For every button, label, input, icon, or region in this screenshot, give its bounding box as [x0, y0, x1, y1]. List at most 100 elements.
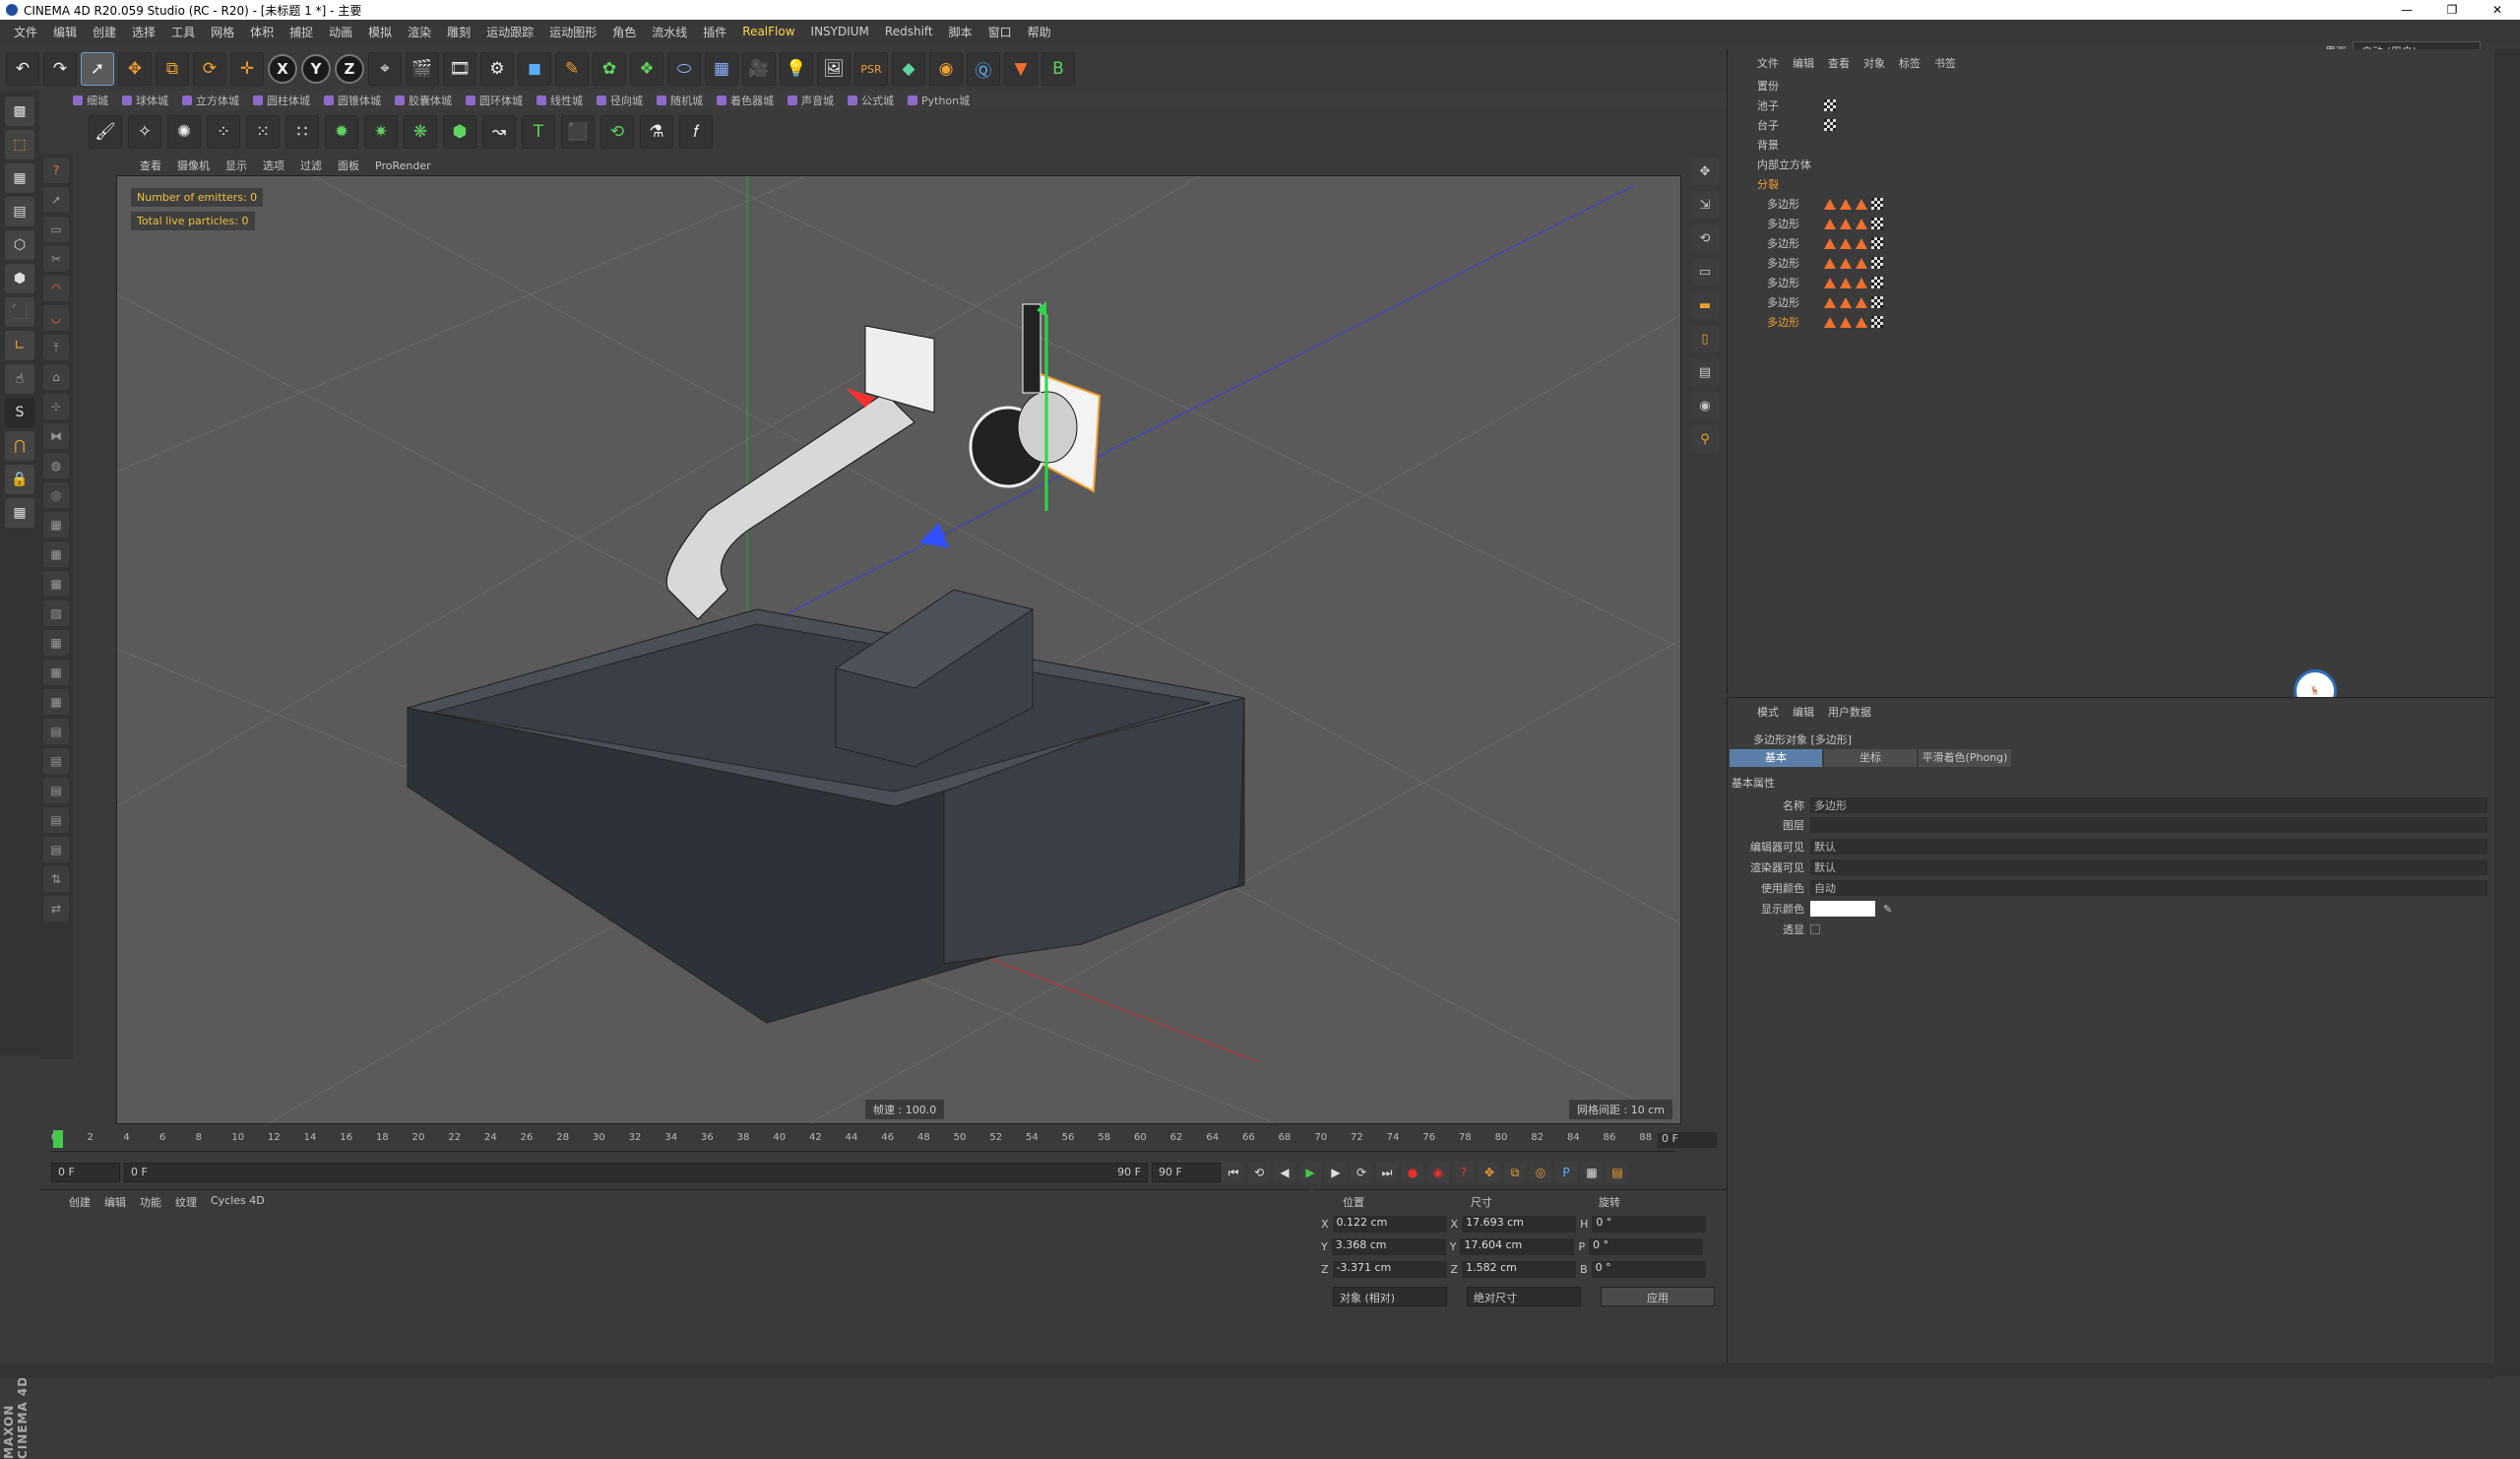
tab-coords[interactable]: 坐标 [1824, 749, 1917, 767]
menu-character[interactable]: 角色 [604, 24, 644, 40]
qr-icon[interactable]: Ⓠ [967, 52, 1000, 86]
model-mode-icon[interactable]: ⬚ [5, 130, 34, 159]
size-y-field[interactable]: 17.604 cm [1460, 1238, 1575, 1255]
size-x-field[interactable]: 17.693 cm [1462, 1216, 1577, 1233]
plugin-icon-1[interactable]: ◆ [892, 52, 925, 86]
viewport-menu-display[interactable]: 显示 [225, 158, 247, 173]
plugin-icon-2[interactable]: ◉ [929, 52, 963, 86]
menu-volume[interactable]: 体积 [242, 24, 282, 40]
field-item[interactable]: Python城 [908, 93, 970, 108]
render-visible-select[interactable]: 默认 [1810, 859, 2488, 875]
menu-script[interactable]: 脚本 [941, 24, 980, 40]
menu-simulate[interactable]: 模拟 [360, 24, 400, 40]
function-icon[interactable]: 𝑓 [679, 115, 713, 149]
move-icon[interactable]: ✥ [118, 52, 152, 86]
object-row[interactable]: 多边形 [1745, 234, 2484, 252]
field-item[interactable]: 声音城 [788, 93, 834, 108]
emitter-icon[interactable]: ⬢ [443, 115, 476, 149]
menu-mesh[interactable]: 网格 [203, 24, 242, 40]
layer-icon[interactable]: ▤ [43, 837, 69, 862]
obj-menu-edit[interactable]: 编辑 [1793, 55, 1814, 70]
scale-icon[interactable]: ⧉ [156, 52, 189, 86]
select-icon[interactable]: ➚ [81, 52, 114, 86]
grid-icon[interactable]: ▦ [43, 541, 69, 567]
floor-icon[interactable]: ▦ [705, 52, 738, 86]
move-view-icon[interactable]: ✥ [1691, 158, 1719, 185]
obj-menu-bookmarks[interactable]: 书签 [1934, 55, 1956, 70]
field-item[interactable]: 随机城 [657, 93, 703, 108]
emitter-icon[interactable]: ✹ [325, 115, 358, 149]
material-menu-edit[interactable]: 编辑 [104, 1194, 126, 1210]
object-row[interactable]: 池子 [1745, 96, 2484, 114]
tab-phong[interactable]: 平滑着色(Phong) [1919, 749, 2011, 767]
layer-icon[interactable]: ▤ [43, 719, 69, 744]
next-frame-icon[interactable]: ▶ [1325, 1162, 1347, 1183]
help-icon[interactable]: ? [43, 158, 69, 183]
use-color-select[interactable]: 自动 [1810, 880, 2488, 896]
grid-icon[interactable]: ▦ [43, 630, 69, 656]
text-icon[interactable]: T [522, 115, 555, 149]
rotate-view-icon[interactable]: ⟲ [1691, 224, 1719, 252]
render-settings-icon[interactable]: ⚙ [480, 52, 514, 86]
spline-icon[interactable]: ✧ [128, 115, 161, 149]
rotation-h-field[interactable]: 0 ° [1592, 1216, 1707, 1233]
tab-basic[interactable]: 基本 [1730, 749, 1822, 767]
split-view-icon[interactable]: ▭ [1691, 258, 1719, 285]
checker-icon[interactable]: ▩ [5, 96, 34, 126]
camera-icon[interactable]: 🎥 [742, 52, 776, 86]
menu-snap[interactable]: 捕捉 [282, 24, 321, 40]
field-item[interactable]: 立方体城 [182, 93, 239, 108]
flask-icon[interactable]: ⚗ [640, 115, 673, 149]
texture-mode-icon[interactable]: ▦ [5, 163, 34, 193]
workplane-icon[interactable]: ▤ [5, 197, 34, 226]
3d-viewport[interactable]: Number of emitters: 0 Total live particl… [116, 175, 1681, 1124]
cube-icon[interactable]: ◼ [518, 52, 551, 86]
menu-create[interactable]: 创建 [85, 24, 124, 40]
layer-field[interactable] [1810, 817, 2488, 833]
grid-settings-icon[interactable]: ▦ [5, 498, 34, 528]
points-mode-icon[interactable]: ⬡ [5, 230, 34, 260]
obj-menu-tags[interactable]: 标签 [1899, 55, 1921, 70]
smooth-icon[interactable]: ◎ [43, 482, 69, 508]
z-axis-icon[interactable]: Z [335, 54, 364, 84]
timeline-icon[interactable]: ▤ [1606, 1162, 1628, 1183]
y-axis-icon[interactable]: Y [301, 54, 331, 84]
material-menu-create[interactable]: 创建 [69, 1194, 91, 1210]
menu-realflow[interactable]: RealFlow [734, 25, 802, 38]
object-row-selected[interactable]: 多边形 [1745, 313, 2484, 331]
field-item[interactable]: 圆锥体城 [324, 93, 381, 108]
layout-icon[interactable]: ▤ [1691, 358, 1719, 386]
minimize-button[interactable]: — [2384, 0, 2429, 20]
light-icon[interactable]: 💡 [780, 52, 813, 86]
obj-menu-view[interactable]: 查看 [1828, 55, 1850, 70]
prev-key-icon[interactable]: ⟲ [1248, 1162, 1270, 1183]
menu-render[interactable]: 渲染 [400, 24, 439, 40]
grid-icon[interactable]: ▦ [43, 660, 69, 685]
attr-menu-mode[interactable]: 模式 [1757, 704, 1779, 720]
box-icon[interactable]: ⬛ [561, 115, 595, 149]
layer-icon[interactable]: ▤ [43, 778, 69, 803]
keyframe-help-icon[interactable]: ? [1453, 1162, 1475, 1183]
loop-icon[interactable]: ⟳ [1351, 1162, 1372, 1183]
timeline-ruler[interactable]: 0246810121416182022242628303234363840424… [51, 1132, 1688, 1152]
emitter-icon[interactable]: ✷ [364, 115, 398, 149]
field-item[interactable]: 着色器城 [717, 93, 774, 108]
go-end-icon[interactable]: ⏭ [1376, 1162, 1398, 1183]
arrows-icon[interactable]: ⇄ [43, 896, 69, 921]
rotation-p-field[interactable]: 0 ° [1589, 1238, 1704, 1255]
dots-icon[interactable]: ⁙ [246, 115, 280, 149]
menu-window[interactable]: 窗口 [980, 24, 1020, 40]
rect-select-icon[interactable]: ▭ [43, 217, 69, 242]
go-start-icon[interactable]: ⏮ [1223, 1162, 1244, 1183]
object-row[interactable]: 多边形 [1745, 274, 2484, 291]
axis-icon[interactable]: ∟ [5, 331, 34, 360]
path-icon[interactable]: ↝ [482, 115, 516, 149]
size-z-field[interactable]: 1.582 cm [1462, 1261, 1577, 1278]
eyedropper-icon[interactable]: ✎ [1883, 903, 1892, 916]
object-row[interactable]: 内部立方体 [1745, 156, 2484, 173]
menu-pipeline[interactable]: 流水线 [644, 24, 695, 40]
knife-icon[interactable]: ✂ [43, 246, 69, 272]
object-row[interactable]: 台子 [1745, 116, 2484, 134]
orange-bar-icon[interactable]: ▯ [1691, 325, 1719, 352]
close-button[interactable]: ✕ [2475, 0, 2520, 20]
